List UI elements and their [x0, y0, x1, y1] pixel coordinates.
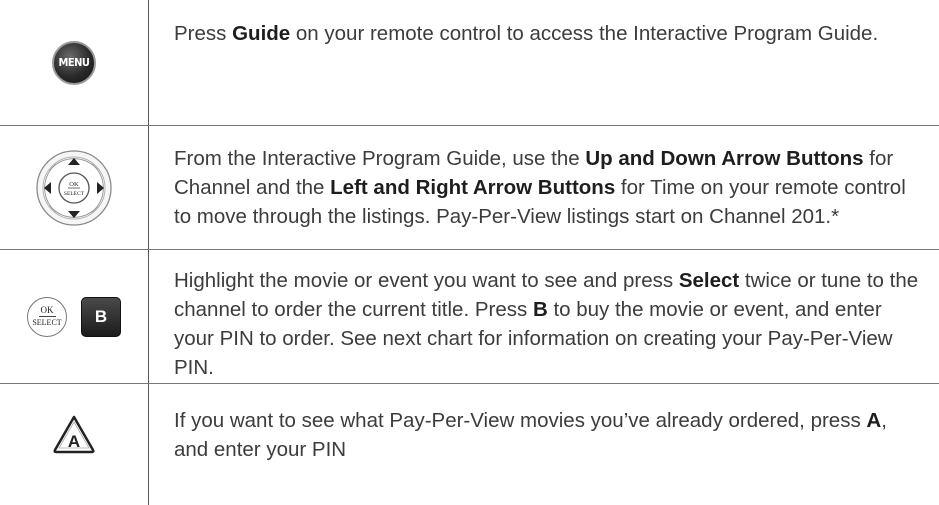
text-segment: Press — [174, 22, 233, 45]
instructions-table: MENU Press Guide on your remote control … — [0, 0, 939, 505]
table-row: OK SELECT From the Interactive Program G… — [0, 126, 939, 249]
table-row: A If you want to see what Pay-Per-View m… — [0, 384, 939, 505]
bold-term: A — [866, 409, 882, 432]
directional-pad-icon: OK SELECT — [36, 149, 112, 226]
icon-cell: OK SELECT — [0, 126, 148, 249]
instruction-text: Highlight the movie or event you want to… — [174, 266, 925, 382]
bold-term: Select — [678, 269, 740, 292]
a-button-icon: A — [53, 415, 95, 454]
ok-select-button-icon: OK SELECT — [27, 296, 67, 337]
select-label: SELECT — [32, 318, 62, 327]
instruction-text: If you want to see what Pay-Per-View mov… — [174, 406, 925, 464]
text-segment: Highlight the movie or event you want to… — [174, 269, 679, 292]
ok-label: OK — [69, 181, 79, 188]
icon-cell: MENU — [0, 0, 148, 125]
bold-term: Left and Right Arrow Buttons — [330, 176, 616, 199]
b-button-icon: B — [81, 296, 121, 337]
table-row: OK SELECT B Highlight the movie or event… — [0, 250, 939, 383]
text-segment: on your remote control to access the Int… — [290, 22, 879, 45]
icon-cell: A — [0, 384, 148, 484]
text-segment: If you want to see what Pay-Per-View mov… — [174, 409, 867, 432]
text-segment: From the Interactive Program Guide, use … — [174, 147, 586, 170]
table-row: MENU Press Guide on your remote control … — [0, 0, 939, 125]
bold-term: Guide — [232, 22, 291, 45]
instruction-text: Press Guide on your remote control to ac… — [174, 19, 925, 48]
bold-term: B — [532, 298, 548, 321]
a-button-label: A — [68, 432, 80, 451]
icon-cell: OK SELECT B — [0, 250, 148, 383]
instruction-text: From the Interactive Program Guide, use … — [174, 144, 925, 231]
menu-button-icon: MENU — [52, 40, 96, 85]
ok-label: OK — [38, 305, 56, 317]
bold-term: Up and Down Arrow Buttons — [585, 147, 864, 170]
b-button-label: B — [94, 306, 108, 326]
menu-button-label: MENU — [58, 56, 90, 69]
select-label: SELECT — [64, 191, 85, 197]
